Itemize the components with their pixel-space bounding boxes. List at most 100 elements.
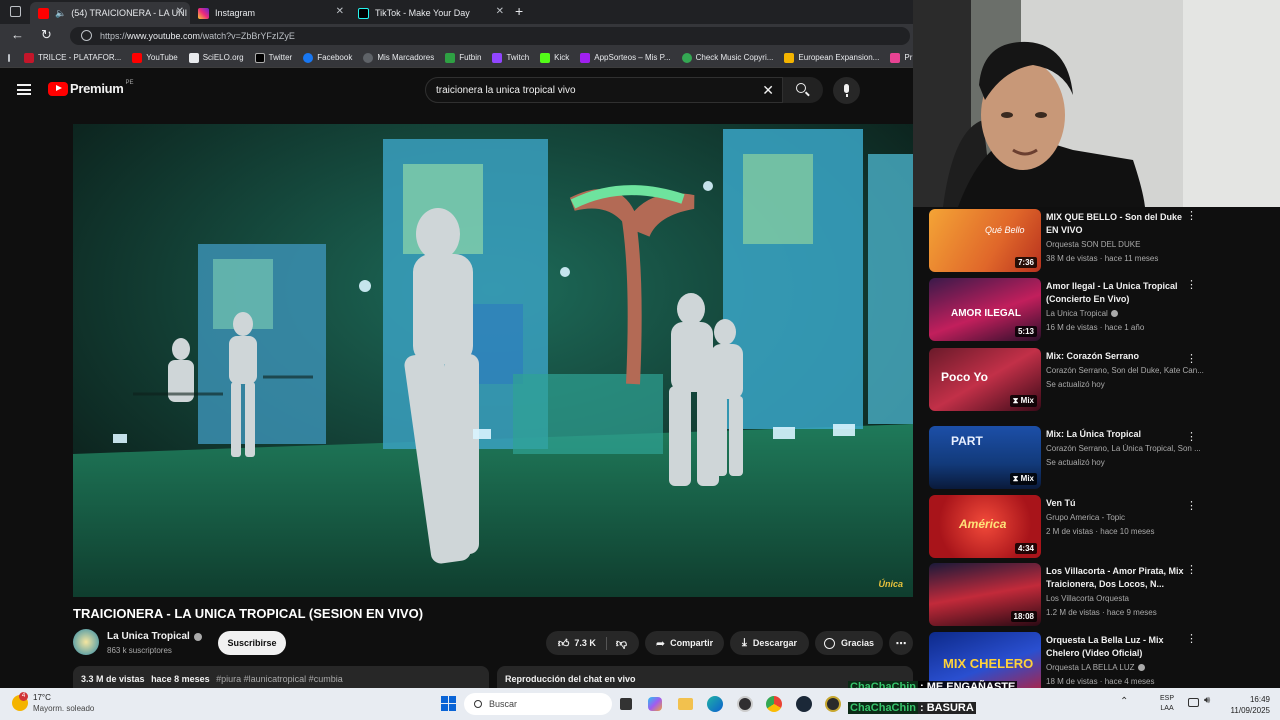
bookmark-european-expansion[interactable]: European Expansion...	[784, 52, 879, 63]
channel-name[interactable]: Orquesta LA BELLA LUZ	[1046, 663, 1211, 672]
more-options-icon[interactable]: ⋮	[1186, 209, 1197, 222]
tab-instagram[interactable]: Instagram ✕	[190, 2, 350, 24]
share-button[interactable]: ➦ Compartir	[645, 631, 724, 655]
channel-name[interactable]: Corazón Serrano, La Única Tropical, Son …	[1046, 444, 1211, 453]
close-icon[interactable]: ✕	[496, 6, 504, 17]
copilot-icon[interactable]	[648, 697, 662, 711]
speaker-icon[interactable]: 🔈	[55, 8, 66, 19]
search-button[interactable]	[783, 77, 823, 103]
bookmark-youtube[interactable]: YouTube	[132, 52, 178, 63]
video-title[interactable]: Amor Ilegal - La Unica Tropical (Concier…	[1046, 280, 1186, 306]
description-box[interactable]: 3.3 M de vistas hace 8 meses #piura #lau…	[73, 666, 489, 688]
weather-widget[interactable]: 4 17°C Mayorm. soleado	[12, 692, 94, 714]
channel-name[interactable]: La Unica Tropical	[107, 631, 202, 642]
download-icon: ⤓	[742, 636, 747, 649]
video-title[interactable]: Ven Tú	[1046, 497, 1186, 510]
tab-search-icon[interactable]	[10, 6, 21, 17]
site-info-icon[interactable]	[81, 30, 92, 41]
mix-thumbnail[interactable]: PART ⧗ Mix	[929, 426, 1041, 489]
channel-name[interactable]: Los Villacorta Orquesta	[1046, 594, 1211, 603]
recommendation-card[interactable]: 18:08 Los Villacorta - Amor Pirata, Mix …	[929, 563, 1269, 631]
more-options-icon[interactable]: ⋮	[1186, 352, 1197, 365]
bookmark-mis-marcadores[interactable]: Mis Marcadores	[363, 52, 434, 63]
bookmark-futbin[interactable]: Futbin	[445, 52, 481, 63]
video-title[interactable]: Mix: La Única Tropical	[1046, 428, 1186, 441]
channel-avatar[interactable]	[73, 629, 99, 655]
back-arrow-icon[interactable]: ←	[11, 27, 24, 42]
verified-icon	[1110, 310, 1118, 317]
subscribe-button[interactable]: Suscribirse	[218, 631, 286, 655]
input-language[interactable]: ESP LAA	[1160, 694, 1174, 714]
recommendation-card[interactable]: Qué Bello 7:36 MIX QUE BELLO - Son del D…	[929, 209, 1269, 277]
edge-icon[interactable]	[707, 696, 723, 712]
video-title[interactable]: Mix: Corazón Serrano	[1046, 350, 1186, 363]
recommendation-card[interactable]: América 4:34 Ven Tú Grupo America - Topi…	[929, 495, 1269, 563]
video-player[interactable]: Única	[73, 124, 913, 597]
bookmark-pr[interactable]: Pr	[890, 52, 912, 63]
recommendation-card[interactable]: PART ⧗ Mix Mix: La Única Tropical Corazó…	[929, 426, 1269, 494]
address-bar[interactable]: https://www.youtube.com/watch?v=ZbBrYFzI…	[70, 27, 910, 45]
bookmark-facebook[interactable]: Facebook	[303, 52, 352, 63]
futbin-icon	[445, 52, 456, 63]
dislike-button[interactable]: 👎︎	[607, 637, 627, 650]
bookmark-appsorteos[interactable]: AppSorteos – Mis P...	[580, 52, 671, 63]
recommendation-card[interactable]: MIX CHELERO Orquesta La Bella Luz - Mix …	[929, 632, 1269, 688]
close-icon[interactable]: ✕	[336, 6, 344, 17]
video-thumbnail[interactable]: 18:08	[929, 563, 1041, 626]
video-title[interactable]: Los Villacorta - Amor Pirata, Mix Traici…	[1046, 565, 1186, 591]
url-host: www.youtube.com	[127, 31, 201, 41]
bookmark-twitch[interactable]: Twitch	[492, 52, 529, 63]
channel-name[interactable]: La Unica Tropical	[1046, 309, 1211, 318]
steam-icon[interactable]	[796, 696, 812, 712]
apps-icon[interactable]	[8, 53, 10, 62]
tab-youtube[interactable]: 🔈 (54) TRAICIONERA - LA UNI ✕	[30, 2, 190, 24]
voice-search-button[interactable]	[833, 77, 860, 104]
like-button[interactable]: 👍︎ 7.3 K	[558, 636, 607, 650]
search-input[interactable]: traicionera la unica tropical vivo ✕	[425, 77, 783, 103]
channel-name[interactable]: Corazón Serrano, Son del Duke, Kate Can.…	[1046, 366, 1211, 375]
taskbar-search[interactable]: Buscar	[464, 693, 612, 715]
more-options-icon[interactable]: ⋮	[1186, 430, 1197, 443]
more-options-icon[interactable]: ⋮	[1186, 632, 1197, 645]
volume-icon[interactable]: 🔊︎	[1204, 695, 1210, 706]
more-options-icon[interactable]: ⋮	[1186, 278, 1197, 291]
more-options-icon[interactable]: ⋮	[1186, 563, 1197, 576]
channel-name[interactable]: Grupo America - Topic	[1046, 513, 1211, 522]
video-title[interactable]: MIX QUE BELLO - Son del Duke EN VIVO	[1046, 211, 1186, 237]
more-options-icon[interactable]: ⋮	[1186, 499, 1197, 512]
menu-icon[interactable]	[17, 84, 31, 95]
recommendation-card[interactable]: Poco Yo ⧗ Mix Mix: Corazón Serrano Coraz…	[929, 348, 1269, 416]
clear-search-icon[interactable]: ✕	[762, 82, 774, 99]
bookmark-trilce[interactable]: TRILCE - PLATAFOR...	[24, 52, 121, 63]
start-button[interactable]	[441, 696, 456, 711]
recommendation-card[interactable]: AMOR ILEGAL 5:13 Amor Ilegal - La Unica …	[929, 278, 1269, 346]
tab-tiktok[interactable]: TikTok - Make Your Day ✕	[350, 2, 510, 24]
mix-thumbnail[interactable]: Poco Yo ⧗ Mix	[929, 348, 1041, 411]
reload-icon[interactable]: ↻	[41, 27, 52, 43]
bookmark-check-music[interactable]: Check Music Copyri...	[681, 52, 773, 63]
youtube-logo[interactable]: Premium PE	[48, 80, 134, 96]
thanks-button[interactable]: Gracias	[815, 631, 883, 655]
obs-icon[interactable]	[737, 696, 753, 712]
network-icon[interactable]	[1188, 698, 1199, 707]
chrome-icon[interactable]	[766, 696, 782, 712]
task-view-icon[interactable]	[620, 698, 632, 710]
hashtags[interactable]: #piura #launicatropical #cumbia	[216, 674, 343, 684]
close-icon[interactable]: ✕	[176, 6, 184, 17]
bookmark-scielo[interactable]: SciELO.org	[188, 52, 244, 63]
new-tab-button[interactable]: +	[515, 3, 523, 19]
hidden-icons-chevron[interactable]: ⌃	[1120, 696, 1128, 707]
more-actions-button[interactable]: ⋯	[889, 631, 913, 655]
video-title[interactable]: Orquesta La Bella Luz - Mix Chelero (Vid…	[1046, 634, 1186, 660]
clock[interactable]: 16:49 11/09/2025	[1222, 694, 1270, 716]
download-button[interactable]: ⤓ Descargar	[730, 631, 809, 655]
channel-name[interactable]: Orquesta SON DEL DUKE	[1046, 240, 1211, 249]
bookmark-kick[interactable]: Kick	[540, 52, 569, 63]
video-thumbnail[interactable]: AMOR ILEGAL 5:13	[929, 278, 1041, 341]
video-thumbnail[interactable]: Qué Bello 7:36	[929, 209, 1041, 272]
video-thumbnail[interactable]: América 4:34	[929, 495, 1041, 558]
app-icon[interactable]	[825, 696, 841, 712]
bookmark-twitter[interactable]: Twitter	[254, 52, 292, 63]
video-thumbnail[interactable]: MIX CHELERO	[929, 632, 1041, 688]
file-explorer-icon[interactable]	[678, 698, 693, 710]
